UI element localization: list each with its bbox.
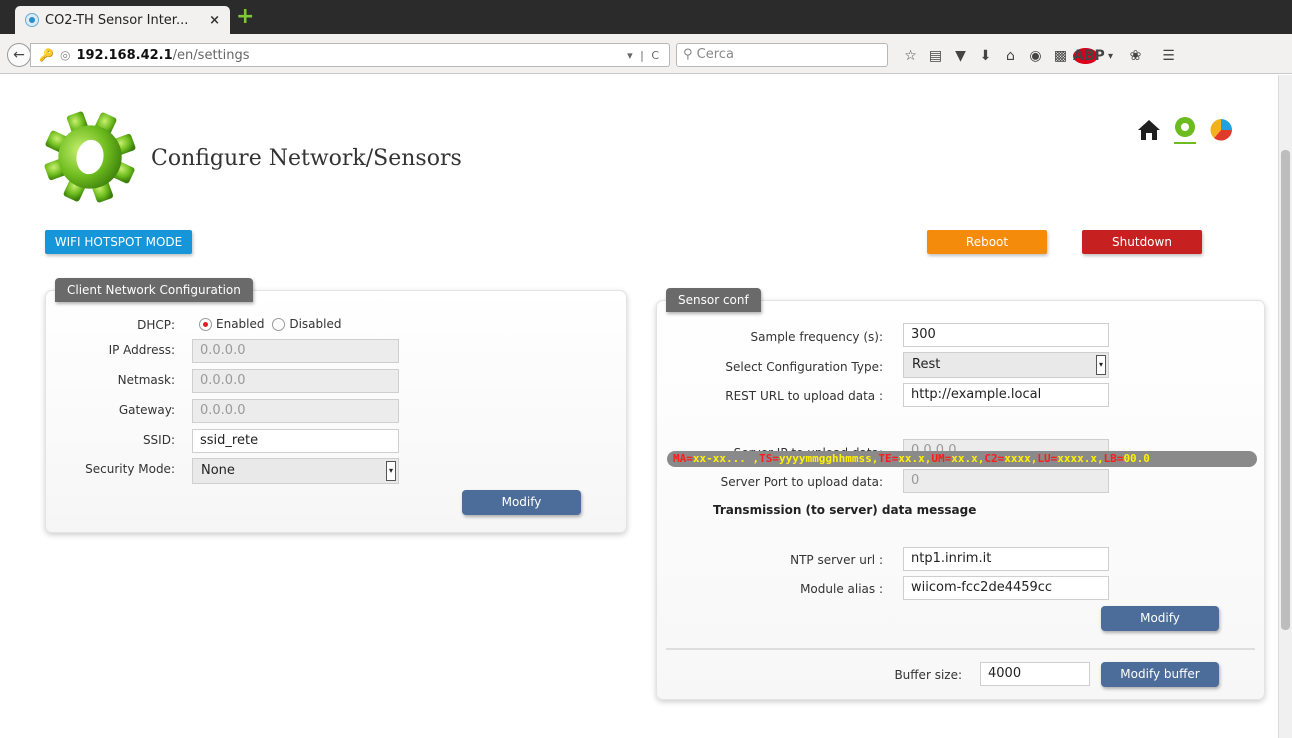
dhcp-label: DHCP: (137, 318, 175, 332)
msg-um-key: UM= (931, 452, 952, 465)
ssid-input[interactable]: ssid_rete (192, 429, 399, 453)
netmask-label: Netmask: (117, 373, 175, 387)
msg-ma-value: xx-xx... , (692, 452, 760, 465)
transmission-title: Transmission (to server) data message (713, 503, 977, 517)
home-icon[interactable]: ⌂ (998, 48, 1023, 64)
back-button[interactable]: ← (7, 43, 31, 67)
toolbar-icons: ☆ ▤ ▼ ⬇ ⌂ ◉ ▩ ABP ▾ ❀ ☰ (898, 46, 1181, 66)
msg-ts-value: yyyymmgghhmmss, (778, 452, 879, 465)
wifi-hotspot-button[interactable]: WIFI HOTSPOT MODE (45, 230, 192, 254)
new-tab-button[interactable]: + (236, 6, 254, 28)
buffer-size-input[interactable]: 4000 (980, 662, 1090, 686)
msg-lu-value: xxxx.x, (1057, 452, 1104, 465)
transmission-message: MA=xx-xx... ,TS=yyyymmgghhmmss,TE=xx.x,U… (667, 451, 1257, 467)
home-nav-icon[interactable] (1136, 117, 1162, 143)
security-mode-value: None (201, 463, 235, 478)
server-port-label: Server Port to upload data: (720, 475, 883, 489)
pocket-icon[interactable]: ▼ (948, 48, 973, 64)
browser-tabbar: CO2-TH Sensor Inter... × + (0, 0, 1292, 34)
gear-logo-icon (44, 111, 136, 203)
top-nav-icons (1136, 115, 1234, 145)
tab-title: CO2-TH Sensor Inter... (45, 12, 189, 28)
gateway-input[interactable]: 0.0.0.0 (192, 399, 399, 423)
chat-icon[interactable]: ◉ (1023, 48, 1048, 64)
download-icon[interactable]: ⬇ (973, 48, 998, 64)
dhcp-disabled-label: Disabled (289, 317, 342, 331)
bookmark-star-icon[interactable]: ☆ (898, 48, 923, 64)
security-mode-label: Security Mode: (85, 462, 175, 476)
msg-lu-key: LU= (1037, 452, 1058, 465)
chevron-down-icon: ▾ (386, 461, 396, 481)
dhcp-enabled-radio[interactable] (199, 318, 212, 331)
msg-um-value: xx.x, (951, 452, 985, 465)
chevron-down-icon: ▾ (1096, 355, 1106, 375)
url-bar[interactable]: 🔑 ◎ 192.168.42.1 /en/settings ▾ | C (30, 43, 670, 67)
dhcp-disabled-radio[interactable] (272, 318, 286, 331)
sensor-conf-legend: Sensor conf (666, 288, 761, 312)
dhcp-enabled-label: Enabled (216, 317, 265, 331)
search-icon: ⚲ (683, 47, 693, 62)
reading-list-icon[interactable]: ▤ (923, 48, 948, 64)
config-type-label: Select Configuration Type: (725, 360, 883, 374)
page-scrollbar[interactable] (1278, 75, 1292, 738)
server-port-input[interactable]: 0 (903, 469, 1109, 493)
chart-nav-icon[interactable] (1208, 117, 1234, 143)
security-mode-select[interactable]: None ▾ (192, 458, 399, 484)
page-title: Configure Network/Sensors (151, 146, 462, 171)
reboot-button[interactable]: Reboot (927, 230, 1047, 254)
favicon-icon (25, 13, 39, 27)
msg-c2-key: C2= (984, 452, 1005, 465)
buffer-size-label: Buffer size: (894, 668, 962, 682)
msg-te-value: xx.x, (898, 452, 932, 465)
ssid-label: SSID: (142, 433, 175, 447)
rest-url-label: REST URL to upload data : (725, 389, 883, 403)
msg-c2-value: xxxx, (1004, 452, 1038, 465)
extension-icon[interactable]: ▩ (1048, 48, 1073, 64)
scrollbar-thumb[interactable] (1281, 150, 1290, 630)
msg-te-key: TE= (878, 452, 899, 465)
msg-lb-key: LB= (1103, 452, 1124, 465)
msg-ts-key: TS= (759, 452, 779, 465)
sample-frequency-input[interactable]: 300 (903, 323, 1109, 347)
browser-navbar: ← 🔑 ◎ 192.168.42.1 /en/settings ▾ | C ⚲ … (0, 34, 1292, 74)
gateway-label: Gateway: (118, 403, 175, 417)
config-type-value: Rest (912, 357, 941, 372)
module-alias-input[interactable]: wiicom-fcc2de4459cc (903, 576, 1109, 600)
tab-close-icon[interactable]: × (209, 13, 220, 28)
key-icon: 🔑 (39, 48, 54, 62)
msg-ma-key: MA= (673, 452, 693, 465)
adblock-icon[interactable]: ABP (1073, 48, 1105, 64)
puzzle-icon[interactable]: ❀ (1123, 48, 1148, 64)
shutdown-button[interactable]: Shutdown (1082, 230, 1202, 254)
extension-menu-icon[interactable]: ▾ (1098, 51, 1123, 62)
ip-address-label: IP Address: (108, 343, 175, 357)
search-placeholder: Cerca (696, 47, 734, 62)
menu-icon[interactable]: ☰ (1156, 48, 1181, 64)
url-path: /en/settings (172, 47, 250, 63)
client-modify-button[interactable]: Modify (462, 490, 581, 515)
ntp-url-input[interactable]: ntp1.inrim.it (903, 547, 1109, 571)
url-host: 192.168.42.1 (76, 47, 173, 63)
divider (666, 648, 1255, 650)
modify-buffer-button[interactable]: Modify buffer (1101, 662, 1219, 687)
globe-icon: ◎ (59, 48, 71, 62)
sensor-modify-button[interactable]: Modify (1101, 606, 1219, 631)
rest-url-input[interactable]: http://example.local (903, 383, 1109, 407)
ip-address-input[interactable]: 0.0.0.0 (192, 339, 399, 363)
browser-tab[interactable]: CO2-TH Sensor Inter... × (15, 6, 230, 34)
client-network-legend: Client Network Configuration (55, 278, 253, 302)
msg-lb-value: 00.0 (1123, 452, 1150, 465)
netmask-input[interactable]: 0.0.0.0 (192, 369, 399, 393)
ntp-url-label: NTP server url : (790, 553, 883, 567)
sample-frequency-label: Sample frequency (s): (750, 330, 883, 344)
module-alias-label: Module alias : (800, 582, 883, 596)
settings-nav-icon[interactable] (1172, 115, 1198, 145)
search-input[interactable]: ⚲ Cerca (676, 43, 888, 67)
dhcp-radio-group: Enabled Disabled (199, 317, 341, 331)
reload-icon[interactable]: ▾ | C (627, 49, 661, 62)
config-type-select[interactable]: Rest ▾ (903, 352, 1109, 378)
